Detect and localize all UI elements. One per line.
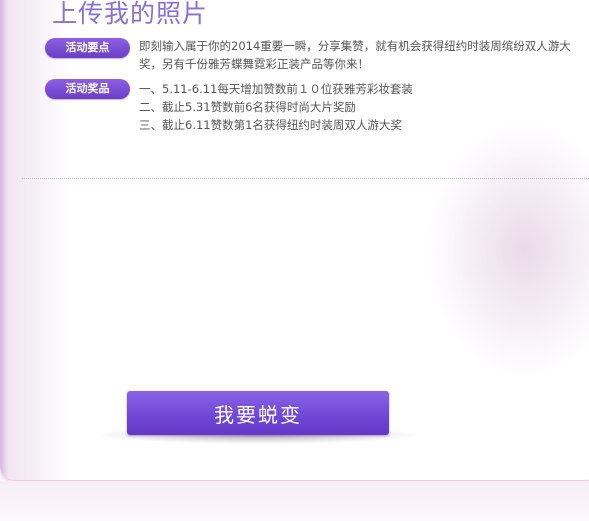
activity-points-text: 即刻输入属于你的2014重要一瞬，分享集赞，就有机会获得纽约时装周缤纷双人游大奖…: [139, 39, 571, 71]
activity-points-badge: 活动要点: [45, 38, 130, 58]
prize-item: 二、截止5.31赞数前6名获得时尚大片奖励: [139, 100, 356, 114]
transform-button[interactable]: 我要蜕变: [127, 391, 389, 435]
page-bottom-band: [0, 481, 589, 521]
section-divider: [22, 178, 589, 179]
page-title: 上传我的照片: [52, 0, 209, 28]
prize-item: 三、截止6.11赞数第1名获得纽约时装周双人游大奖: [139, 118, 402, 132]
prize-list: 一、5.11-6.11每天增加赞数前１０位获雅芳彩妆套装 二、截止5.31赞数前…: [139, 80, 413, 134]
prize-item: 一、5.11-6.11每天增加赞数前１０位获雅芳彩妆套装: [139, 82, 413, 96]
activity-prizes-badge: 活动奖品: [45, 79, 130, 99]
